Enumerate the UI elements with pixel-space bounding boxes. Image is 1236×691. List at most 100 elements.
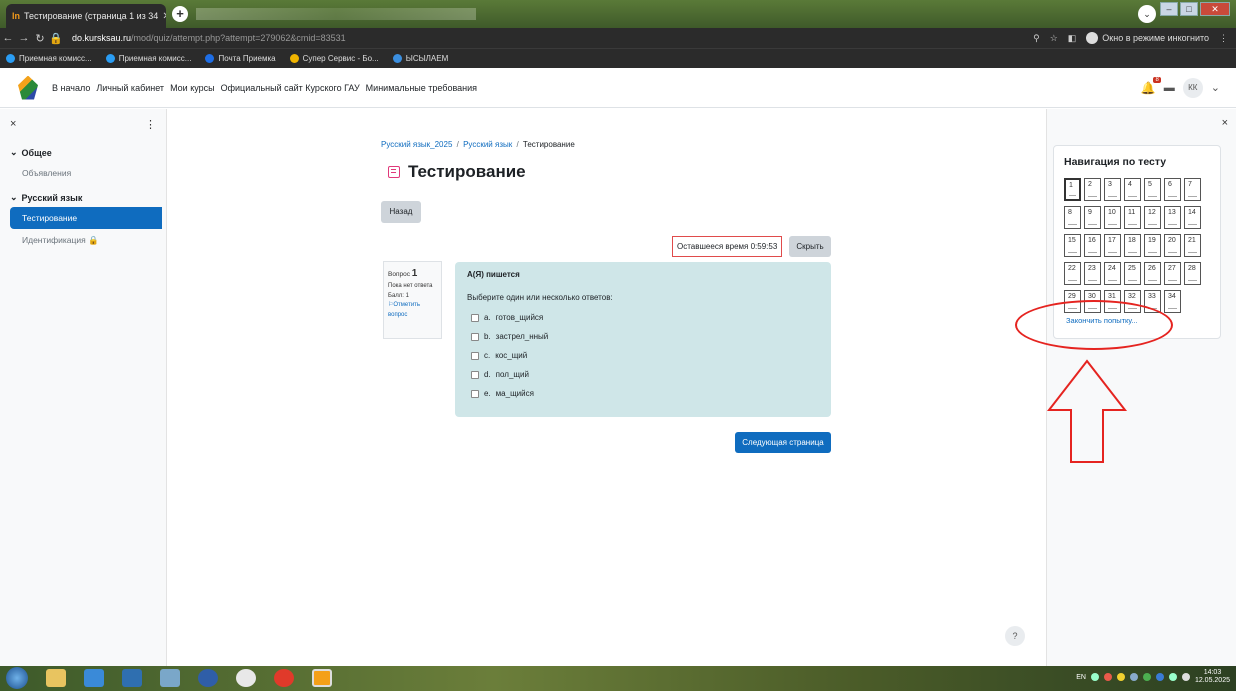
- question-nav-button[interactable]: 16: [1084, 234, 1101, 257]
- question-nav-button[interactable]: 28: [1184, 262, 1201, 285]
- drawer-item-identification[interactable]: Идентификация 🔒: [0, 229, 166, 252]
- messages-icon[interactable]: ▬: [1164, 82, 1175, 94]
- nav-my-courses[interactable]: Мои курсы: [170, 83, 215, 93]
- question-nav-button[interactable]: 23: [1084, 262, 1101, 285]
- app-c-icon[interactable]: [198, 669, 218, 687]
- star-icon[interactable]: ☆: [1050, 33, 1058, 44]
- start-button[interactable]: [6, 667, 28, 689]
- incognito-indicator[interactable]: Окно в режиме инкогнито: [1086, 32, 1209, 44]
- yandex-icon[interactable]: [274, 669, 294, 687]
- window-close-icon[interactable]: ✕: [1200, 2, 1230, 16]
- volume-icon[interactable]: [1181, 673, 1190, 682]
- answer-checkbox[interactable]: [471, 313, 479, 322]
- section-general[interactable]: ⌄ Общее: [0, 139, 166, 162]
- media-player-icon[interactable]: [122, 669, 142, 687]
- nav-official-site[interactable]: Официальный сайт Курского ГАУ: [221, 83, 360, 93]
- answer-checkbox[interactable]: [471, 389, 479, 398]
- section-russian[interactable]: ⌄ Русский язык: [0, 184, 166, 207]
- nav-home[interactable]: В начало: [52, 83, 90, 93]
- bookmark-item[interactable]: Приемная комисс...: [6, 54, 92, 63]
- drawer-close-icon[interactable]: ×: [10, 118, 16, 130]
- answer-option-e[interactable]: e. ма_щийся: [467, 384, 819, 403]
- yandex-browser-icon[interactable]: [236, 669, 256, 687]
- question-nav-button[interactable]: 17: [1104, 234, 1121, 257]
- tray-icon[interactable]: [1129, 673, 1138, 682]
- app-icon[interactable]: [160, 669, 180, 687]
- file-explorer-icon[interactable]: [46, 669, 66, 687]
- question-nav-button[interactable]: 6: [1164, 178, 1181, 201]
- site-logo[interactable]: [18, 75, 38, 100]
- hide-timer-button[interactable]: Скрыть: [789, 236, 831, 257]
- question-nav-button[interactable]: 25: [1124, 262, 1141, 285]
- question-nav-button[interactable]: 8: [1064, 206, 1081, 229]
- answer-option-d[interactable]: d. пол_щий: [467, 365, 819, 384]
- tray-icon[interactable]: [1116, 673, 1125, 682]
- new-tab-button[interactable]: +: [172, 6, 188, 22]
- drawer-item-testing[interactable]: Тестирование: [10, 207, 162, 229]
- tray-icon[interactable]: [1090, 673, 1099, 682]
- answer-checkbox[interactable]: [471, 370, 479, 379]
- question-nav-button[interactable]: 3: [1104, 178, 1121, 201]
- notifications-icon[interactable]: 🔔 8: [1141, 76, 1161, 95]
- question-nav-button[interactable]: 34: [1164, 290, 1181, 313]
- chevron-down-icon[interactable]: ⌄: [1211, 81, 1220, 94]
- back-arrow-icon[interactable]: ←: [0, 32, 16, 44]
- question-nav-button[interactable]: 19: [1144, 234, 1161, 257]
- tab-close-icon[interactable]: ✕: [162, 11, 166, 22]
- question-nav-button[interactable]: 22: [1064, 262, 1081, 285]
- question-nav-button[interactable]: 2: [1084, 178, 1101, 201]
- question-nav-button[interactable]: 27: [1164, 262, 1181, 285]
- language-indicator[interactable]: EN: [1076, 674, 1086, 681]
- maximize-icon[interactable]: □: [1180, 2, 1198, 16]
- question-nav-button[interactable]: 1: [1064, 178, 1081, 201]
- answer-option-b[interactable]: b. застрел_нный: [467, 327, 819, 346]
- help-button[interactable]: ?: [1005, 626, 1025, 646]
- question-nav-button[interactable]: 26: [1144, 262, 1161, 285]
- nav-dashboard[interactable]: Личный кабинет: [96, 83, 164, 93]
- bookmark-item[interactable]: Почта Приемка: [205, 54, 276, 63]
- next-page-button[interactable]: Следующая страница: [735, 432, 831, 453]
- question-nav-button[interactable]: 13: [1164, 206, 1181, 229]
- answer-option-c[interactable]: c. кос_щий: [467, 346, 819, 365]
- question-nav-button[interactable]: 18: [1124, 234, 1141, 257]
- question-nav-button[interactable]: 12: [1144, 206, 1161, 229]
- tab-search-icon[interactable]: ⌄: [1138, 5, 1156, 23]
- question-nav-button[interactable]: 21: [1184, 234, 1201, 257]
- answer-checkbox[interactable]: [471, 351, 479, 360]
- back-button[interactable]: Назад: [381, 201, 421, 223]
- bookmark-item[interactable]: Приемная комисс...: [105, 54, 191, 63]
- browser-menu-icon[interactable]: ⋮: [1219, 33, 1228, 44]
- sidepanel-icon[interactable]: ◧: [1068, 33, 1077, 44]
- tray-icon[interactable]: [1103, 673, 1112, 682]
- breadcrumb-course[interactable]: Русский язык_2025: [381, 140, 452, 149]
- drawer-close-icon[interactable]: ×: [1222, 117, 1228, 129]
- url-field[interactable]: do.kursksau.ru/mod/quiz/attempt.php?atte…: [72, 33, 346, 43]
- drawer-item-announcements[interactable]: Объявления: [0, 162, 166, 184]
- question-nav-button[interactable]: 20: [1164, 234, 1181, 257]
- tray-icon[interactable]: [1142, 673, 1151, 682]
- nav-requirements[interactable]: Минимальные требования: [366, 83, 477, 93]
- flag-question-button[interactable]: ⚐Отметить вопрос: [388, 301, 437, 320]
- zoom-icon[interactable]: ⚲: [1033, 33, 1040, 44]
- bookmark-item[interactable]: Супер Сервис - Бо...: [289, 54, 379, 63]
- forward-arrow-icon[interactable]: →: [16, 32, 32, 44]
- bookmark-item[interactable]: ЫСЫЛАЕМ: [392, 54, 448, 63]
- minimize-icon[interactable]: –: [1160, 2, 1178, 16]
- drawer-more-icon[interactable]: ⋮: [145, 118, 156, 131]
- question-nav-button[interactable]: 10: [1104, 206, 1121, 229]
- tray-icon[interactable]: [1155, 673, 1164, 682]
- network-icon[interactable]: [1168, 673, 1177, 682]
- internet-explorer-icon[interactable]: [84, 669, 104, 687]
- question-nav-button[interactable]: 7: [1184, 178, 1201, 201]
- question-nav-button[interactable]: 15: [1064, 234, 1081, 257]
- question-nav-button[interactable]: 11: [1124, 206, 1141, 229]
- answer-checkbox[interactable]: [471, 332, 479, 341]
- user-avatar[interactable]: КК: [1182, 77, 1203, 98]
- breadcrumb-section[interactable]: Русский язык: [463, 140, 512, 149]
- question-nav-button[interactable]: 5: [1144, 178, 1161, 201]
- question-nav-button[interactable]: 24: [1104, 262, 1121, 285]
- chrome-icon[interactable]: [312, 669, 332, 687]
- question-nav-button[interactable]: 4: [1124, 178, 1141, 201]
- answer-option-a[interactable]: a. готов_щийся: [467, 308, 819, 327]
- reload-icon[interactable]: ↻: [32, 32, 48, 45]
